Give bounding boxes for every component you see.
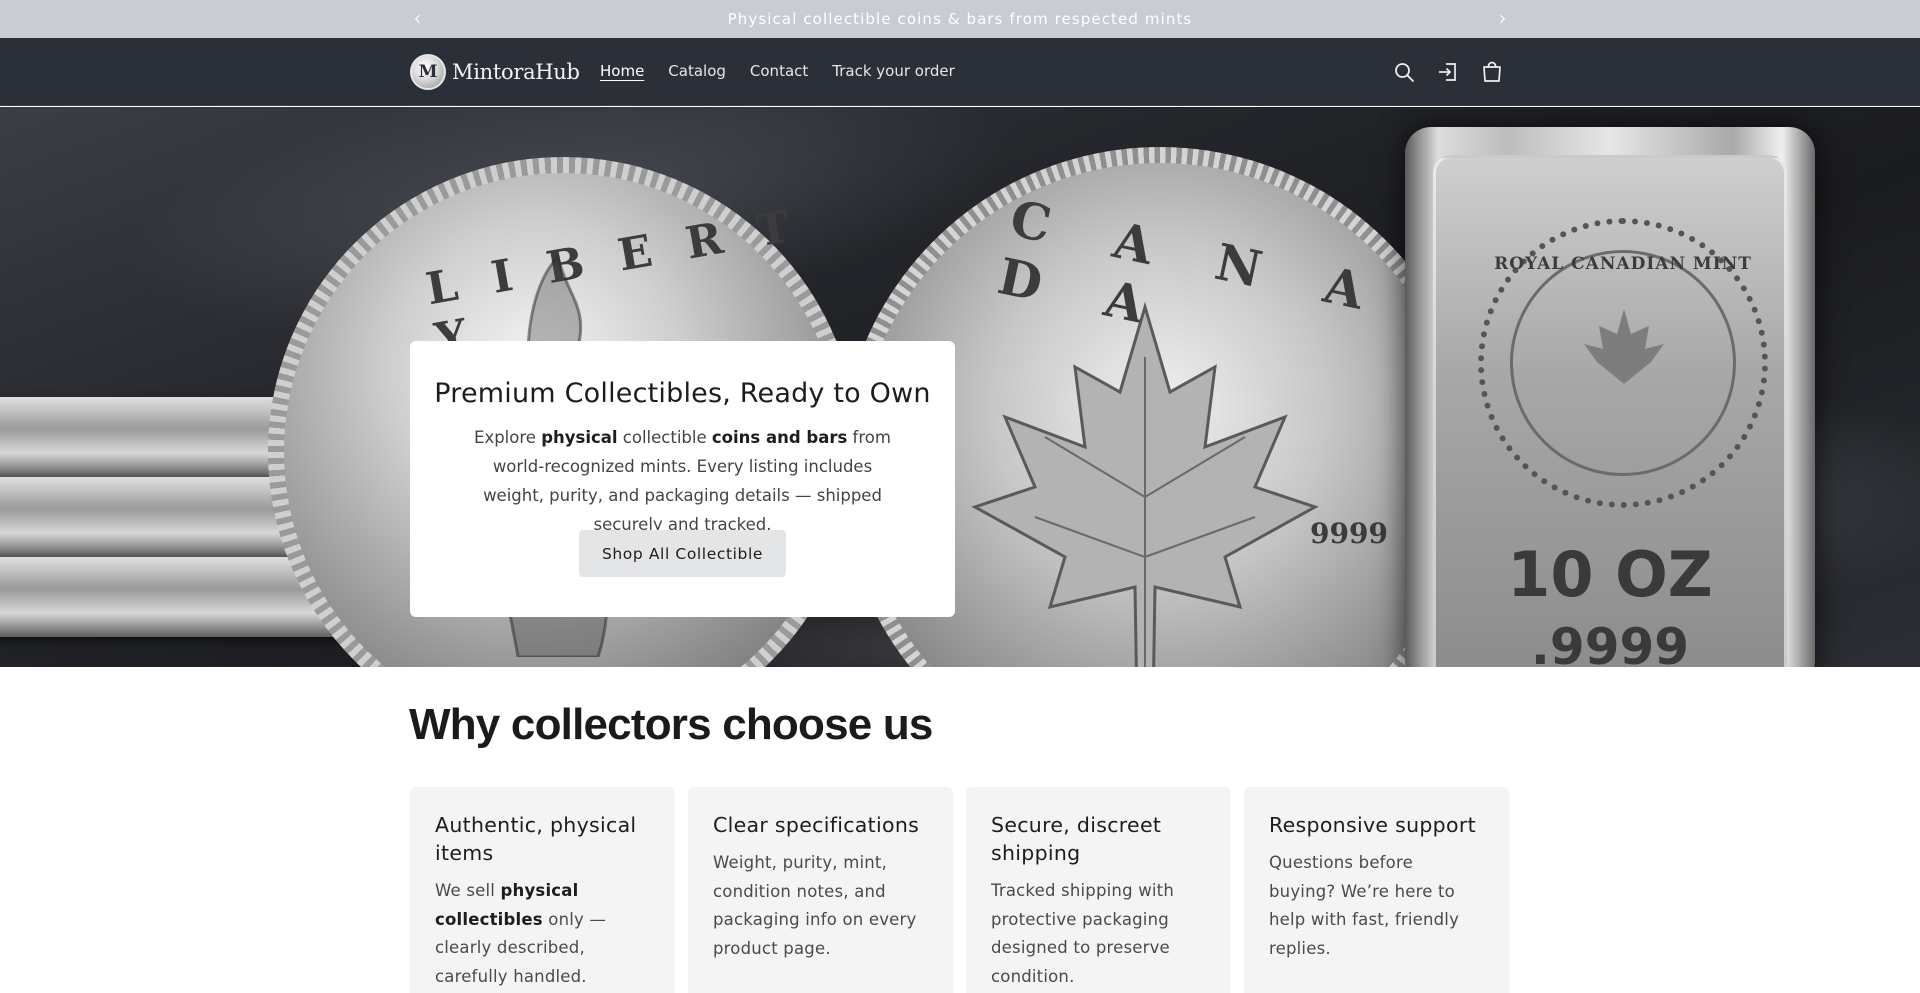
maple-leaf-icon	[971, 301, 1319, 667]
nav-track-order[interactable]: Track your order	[832, 62, 955, 80]
feature-card: Authentic, physical items We sell physic…	[410, 787, 675, 993]
feature-cards: Authentic, physical items We sell physic…	[410, 787, 1522, 993]
bar-weight-label: 10 OZ	[1507, 538, 1713, 611]
feature-card-title: Secure, discreet shipping	[991, 813, 1162, 865]
nav-catalog[interactable]: Catalog	[668, 62, 726, 80]
feature-card-text: Weight, purity, mint, condition notes, a…	[713, 853, 917, 958]
feature-card-text: We sell physical collectibles only — cle…	[435, 881, 607, 986]
cart-icon[interactable]	[1480, 60, 1504, 84]
feature-card-text: Tracked shipping with protective packagi…	[991, 881, 1175, 986]
nav-contact[interactable]: Contact	[750, 62, 808, 80]
chevron-right-icon[interactable]	[1494, 11, 1510, 27]
nav-home[interactable]: Home	[600, 62, 644, 80]
feature-card: Secure, discreet shipping Tracked shippi…	[966, 787, 1231, 993]
silver-bar-image: ROYAL CANADIAN MINT 10 OZ .9999	[1405, 127, 1815, 667]
account-icon[interactable]	[1436, 60, 1460, 84]
feature-card: Responsive support Questions before buyi…	[1244, 787, 1509, 993]
hero-title: Premium Collectibles, Ready to Own	[434, 378, 931, 409]
logo-text: MintoraHub	[452, 60, 580, 84]
feature-card-title: Responsive support	[1269, 813, 1476, 837]
site-logo[interactable]: M MintoraHub	[410, 53, 580, 91]
section-title: Why collectors choose us	[409, 700, 933, 749]
logo-letter: M	[418, 62, 438, 82]
mint-seal-text: ROYAL CANADIAN MINT	[1494, 254, 1752, 274]
hero-description: Explore physical collectible coins and b…	[474, 428, 891, 534]
announcement-message: Physical collectible coins & bars from r…	[727, 10, 1193, 28]
hero-banner: L I B E R T Y C A N A D A 9999 ROYAL CAN…	[0, 107, 1920, 667]
mint-seal-icon: ROYAL CANADIAN MINT	[1478, 218, 1768, 508]
bar-purity-label: .9999	[1530, 618, 1690, 667]
announcement-bar: Physical collectible coins & bars from r…	[0, 0, 1920, 38]
site-header: M MintoraHub Home Catalog Contact Track …	[0, 38, 1920, 106]
shop-all-button[interactable]: Shop All Collectible	[579, 530, 786, 577]
feature-card-title: Authentic, physical items	[435, 813, 637, 865]
main-nav: Home Catalog Contact Track your order	[600, 62, 979, 80]
search-icon[interactable]	[1392, 60, 1416, 84]
feature-card: Clear specifications Weight, purity, min…	[688, 787, 953, 993]
feature-card-title: Clear specifications	[713, 813, 920, 837]
hero-card: Premium Collectibles, Ready to Own Explo…	[410, 341, 955, 617]
logo-coin-icon: M	[410, 54, 446, 90]
feature-card-text: Questions before buying? We’re here to h…	[1269, 853, 1460, 958]
